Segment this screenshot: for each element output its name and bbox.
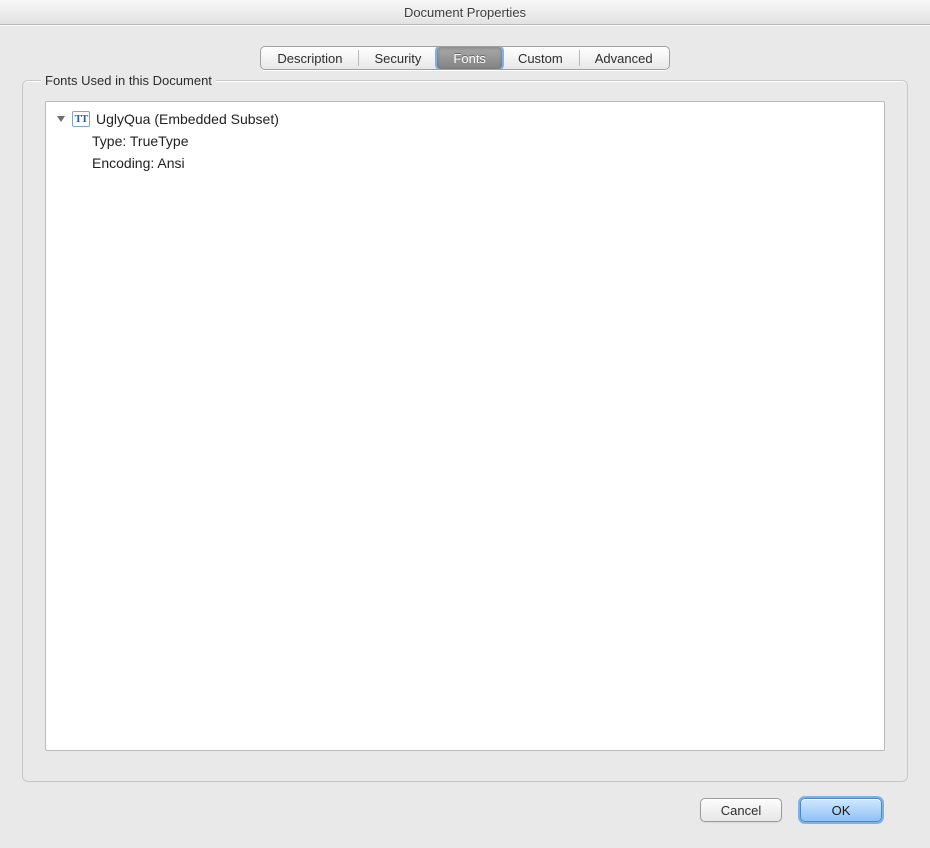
- tab-bar: Description Security Fonts Custom Advanc…: [260, 46, 669, 70]
- font-detail-row: Encoding: Ansi: [54, 152, 876, 174]
- titlebar: Document Properties: [0, 0, 930, 25]
- tab-security[interactable]: Security: [358, 47, 437, 69]
- chevron-down-icon[interactable]: [54, 112, 68, 126]
- font-detail-row: Type: TrueType: [54, 130, 876, 152]
- font-type: Type: TrueType: [92, 130, 189, 152]
- window-body: Description Security Fonts Custom Advanc…: [0, 25, 930, 848]
- tab-fonts[interactable]: Fonts: [437, 47, 502, 69]
- tab-advanced[interactable]: Advanced: [579, 47, 669, 69]
- window-title: Document Properties: [404, 5, 526, 20]
- fonts-panel: Fonts Used in this Document TT UglyQua (…: [22, 80, 908, 782]
- dialog-footer: Cancel OK: [22, 782, 908, 826]
- ok-button[interactable]: OK: [800, 798, 882, 822]
- truetype-icon: TT: [72, 111, 90, 127]
- font-row[interactable]: TT UglyQua (Embedded Subset): [54, 108, 876, 130]
- tab-custom[interactable]: Custom: [502, 47, 579, 69]
- cancel-button[interactable]: Cancel: [700, 798, 782, 822]
- panel-label: Fonts Used in this Document: [41, 73, 216, 88]
- font-name: UglyQua (Embedded Subset): [96, 108, 279, 130]
- tab-description[interactable]: Description: [261, 47, 358, 69]
- font-tree[interactable]: TT UglyQua (Embedded Subset) Type: TrueT…: [45, 101, 885, 751]
- font-encoding: Encoding: Ansi: [92, 152, 185, 174]
